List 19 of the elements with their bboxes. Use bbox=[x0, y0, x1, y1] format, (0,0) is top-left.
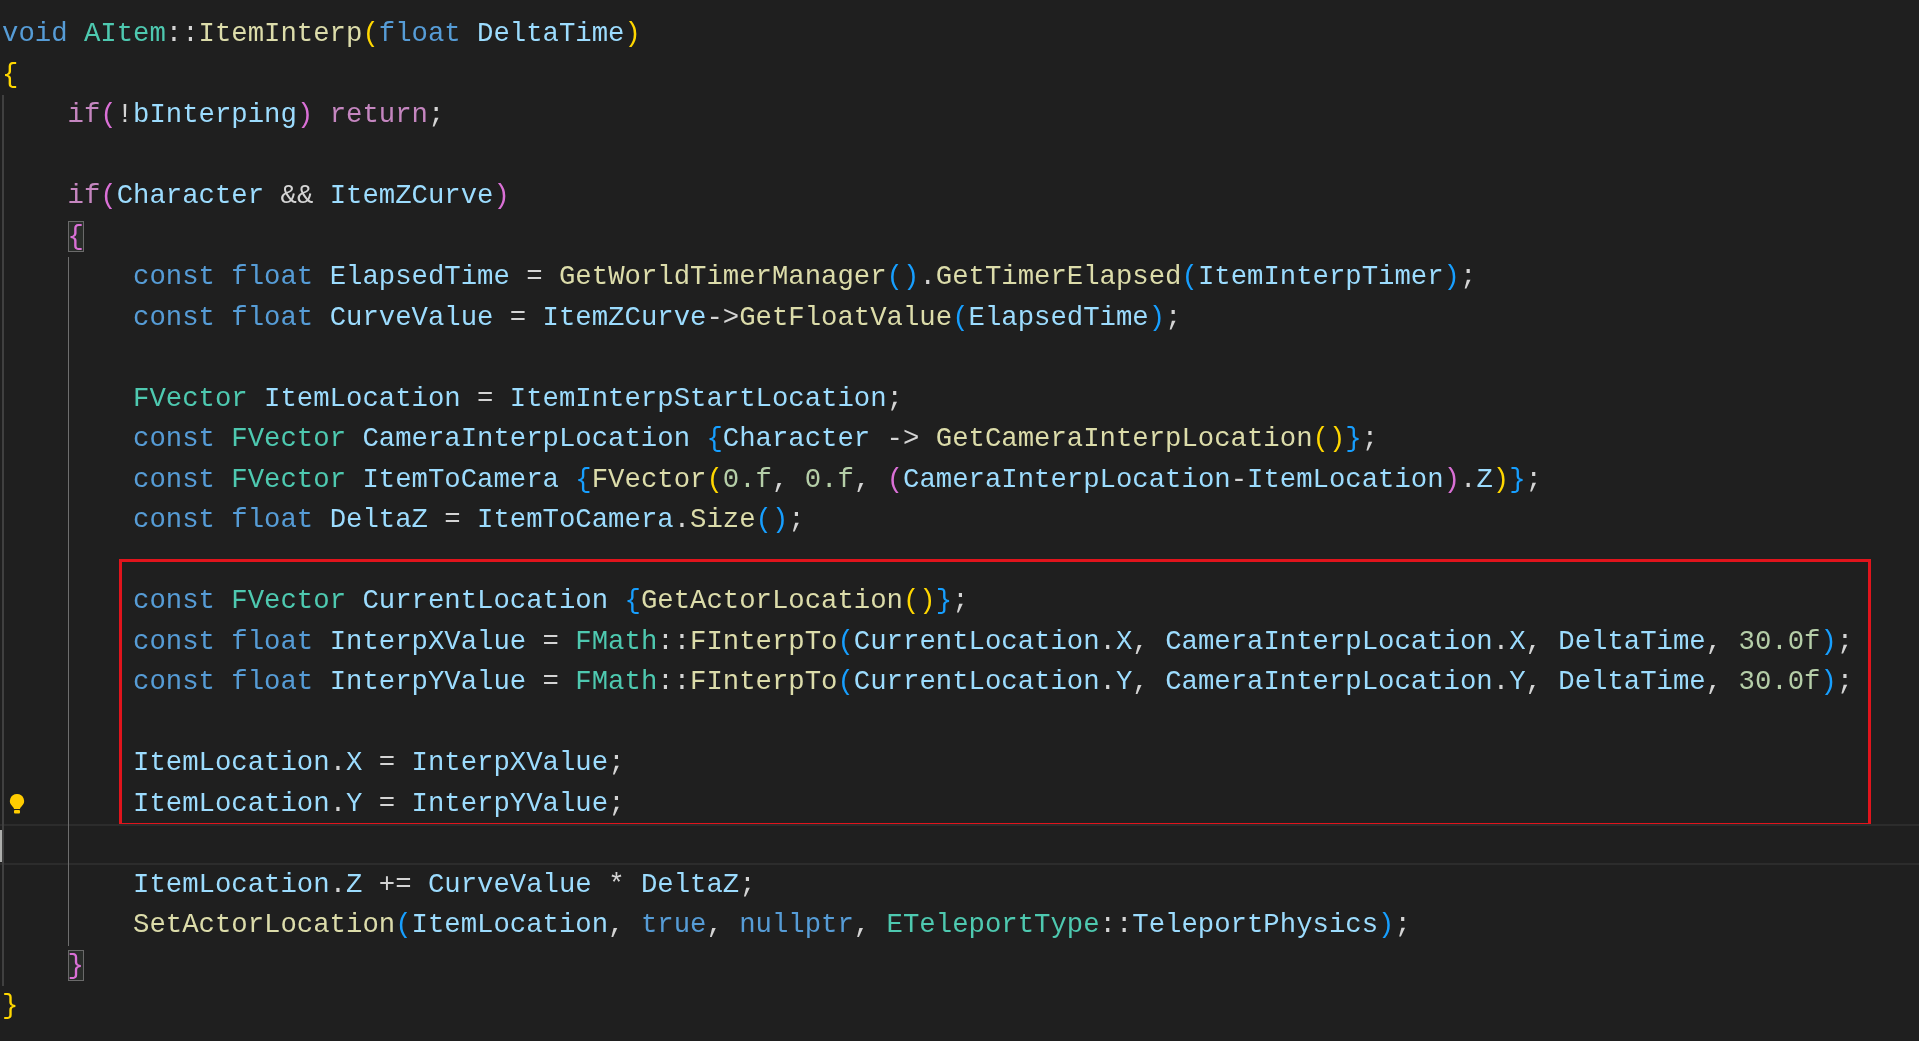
code-line: SetActorLocation(ItemLocation, true, nullptr, ETeleportType::TeleportPhysics); bbox=[133, 909, 1411, 940]
code-line: const FVector CurrentLocation {GetActorLocation()}; bbox=[133, 585, 969, 616]
code-line: const FVector ItemToCamera {FVector(0.f, 0.f, (CameraInterpLocation-ItemLocation).Z)}; bbox=[133, 463, 1542, 495]
code-line: const float InterpYValue = FMath::FInterpTo(CurrentLocation.Y, CameraInterpLocation.Y, DeltaTime, 30.0f); bbox=[133, 666, 1854, 697]
code-line: ItemLocation.X = InterpXValue; bbox=[133, 747, 625, 778]
code-line: void AItem::ItemInterp(float DeltaTime) bbox=[2, 18, 641, 49]
code-line: const float DeltaZ = ItemToCamera.Size(); bbox=[133, 504, 805, 535]
code-line: const float ElapsedTime = GetWorldTimerManager().GetTimerElapsed(ItemInterpTimer); bbox=[133, 261, 1477, 292]
code-line: FVector ItemLocation = ItemInterpStartLocation; bbox=[133, 382, 903, 414]
code-line: } bbox=[2, 990, 19, 1021]
code-line: ItemLocation.Y = InterpYValue; bbox=[133, 787, 625, 819]
code-line: if(!bInterping) return; bbox=[67, 99, 445, 130]
code-line: const float InterpXValue = FMath::FInterpTo(CurrentLocation.X, CameraInterpLocation.X, DeltaTime, 30.0f); bbox=[133, 625, 1854, 657]
code-line: const FVector CameraInterpLocation {Character -> GetCameraInterpLocation()}; bbox=[133, 423, 1379, 454]
lightbulb-icon[interactable] bbox=[8, 792, 26, 815]
code-line: { bbox=[2, 58, 19, 90]
code-line: ItemLocation.Z += CurveValue * DeltaZ; bbox=[133, 868, 756, 900]
code-line: const float CurveValue = ItemZCurve->GetFloatValue(ElapsedTime); bbox=[133, 301, 1182, 333]
code-line: if(Character && ItemZCurve) bbox=[67, 180, 510, 211]
